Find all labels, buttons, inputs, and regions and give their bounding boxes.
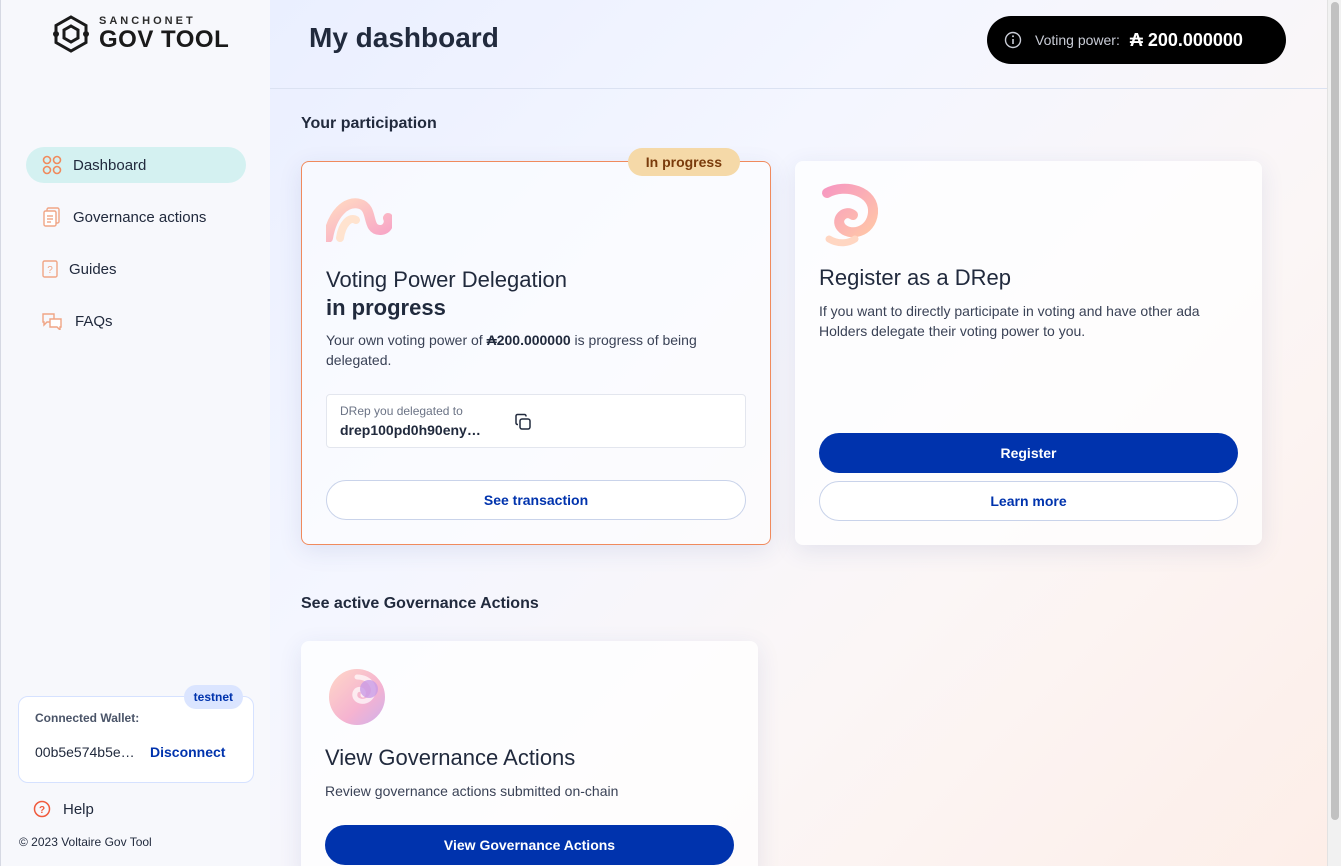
voting-power-label: Voting power: <box>1035 32 1120 48</box>
help-label: Help <box>63 800 94 818</box>
help-link[interactable]: ? Help <box>33 800 94 818</box>
drep-illustration <box>822 183 878 247</box>
sidebar-item-faqs[interactable]: FAQs <box>26 303 246 339</box>
voting-power-pill[interactable]: Voting power: ₳ 200.000000 <box>987 16 1286 64</box>
page-title: My dashboard <box>309 22 499 53</box>
drep-id: drep100pd0h90eny… <box>340 422 481 438</box>
sidebar-item-label: Governance actions <box>73 208 207 226</box>
info-icon <box>1004 31 1022 49</box>
governance-card-title: View Governance Actions <box>325 745 576 770</box>
governance-section-title: See active Governance Actions <box>301 595 539 612</box>
delegation-card: In progress Voting Power Delegation in p… <box>301 148 771 545</box>
delegation-illustration <box>326 198 392 242</box>
sidebar-nav: Dashboard Governance actions ? Guides FA… <box>26 147 246 355</box>
see-transaction-button[interactable]: See transaction <box>326 480 746 520</box>
register-drep-card: Register as a DRep If you want to direct… <box>795 161 1262 545</box>
disconnect-button[interactable]: Disconnect <box>150 744 225 760</box>
drep-delegated-box: DRep you delegated to drep100pd0h90eny… <box>326 394 746 448</box>
svg-text:?: ? <box>39 805 45 816</box>
sidebar: SANCHONET GOV TOOL Dashboard Governance … <box>0 0 270 866</box>
copyright-text: © 2023 Voltaire Gov Tool <box>19 835 152 849</box>
app-logo[interactable]: SANCHONET GOV TOOL <box>51 14 229 54</box>
dashboard-grid-icon <box>41 154 63 176</box>
register-button[interactable]: Register <box>819 433 1238 473</box>
vertical-scrollbar[interactable] <box>1327 0 1341 866</box>
help-icon: ? <box>33 800 51 818</box>
voting-power-value: ₳ 200.000000 <box>1129 29 1243 50</box>
copy-icon[interactable] <box>513 412 533 432</box>
sidebar-item-guides[interactable]: ? Guides <box>26 251 246 287</box>
view-governance-card: View Governance Actions Review governanc… <box>301 641 758 866</box>
drep-card-description: If you want to directly participate in v… <box>819 303 1200 339</box>
document-icon <box>41 206 63 228</box>
drep-card-title: Register as a DRep <box>819 265 1011 290</box>
sidebar-item-label: Dashboard <box>73 156 147 174</box>
wallet-label: Connected Wallet: <box>35 711 140 725</box>
wallet-address: 00b5e574b5e… <box>35 744 135 760</box>
drep-label: DRep you delegated to <box>340 404 463 418</box>
guide-book-icon: ? <box>41 258 59 280</box>
scrollbar-thumb[interactable] <box>1331 2 1339 820</box>
chat-bubbles-icon <box>41 310 63 332</box>
sidebar-item-dashboard[interactable]: Dashboard <box>26 147 246 183</box>
description-prefix: Your own voting power of <box>326 332 487 348</box>
status-badge: In progress <box>627 148 740 176</box>
delegation-card-title: Voting Power Delegation <box>326 267 567 292</box>
delegated-amount: ₳200.000000 <box>486 332 571 348</box>
logo-title: GOV TOOL <box>99 26 230 53</box>
top-bar: My dashboard Voting power: ₳ 200.000000 <box>270 0 1327 89</box>
governance-card-description: Review governance actions submitted on-c… <box>325 783 619 799</box>
network-badge: testnet <box>183 685 243 709</box>
learn-more-button[interactable]: Learn more <box>819 481 1238 521</box>
delegation-card-description: Your own voting power of ₳200.000000 is … <box>326 330 751 370</box>
svg-text:?: ? <box>47 265 53 276</box>
sidebar-item-label: FAQs <box>75 312 113 330</box>
main-content: My dashboard Voting power: ₳ 200.000000 … <box>270 0 1327 866</box>
participation-section-title: Your participation <box>301 115 437 132</box>
governance-illustration <box>329 669 385 725</box>
logo-hexagon-icon <box>53 15 89 53</box>
delegation-card-subtitle: in progress <box>326 295 446 320</box>
connected-wallet-panel: testnet Connected Wallet: 00b5e574b5e… D… <box>18 685 254 783</box>
view-governance-actions-button[interactable]: View Governance Actions <box>325 825 734 865</box>
sidebar-item-governance-actions[interactable]: Governance actions <box>26 199 246 235</box>
sidebar-item-label: Guides <box>69 260 117 278</box>
